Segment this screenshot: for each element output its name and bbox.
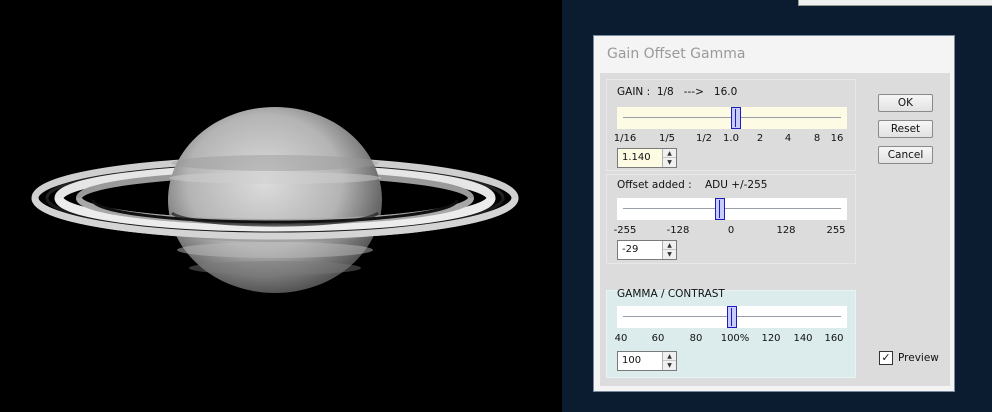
gamma-group: GAMMA / CONTRAST 40 60 80 100% 120 140 1…	[606, 288, 856, 378]
saturn-image	[31, 107, 519, 293]
gamma-label: GAMMA / CONTRAST	[617, 288, 725, 300]
ok-button[interactable]: OK	[878, 94, 933, 112]
offset-spin-up-icon[interactable]: ▲	[663, 241, 676, 250]
saturn-globe	[168, 107, 382, 293]
gamma-tick-label: 140	[793, 333, 813, 344]
preview-checkbox-row[interactable]: ✓ Preview	[879, 351, 939, 365]
offset-slider-track	[623, 208, 841, 209]
offset-tick-label: -128	[666, 225, 690, 236]
gain-offset-gamma-dialog: Gain Offset Gamma GAIN : 1/8 ---> 16.0 1…	[593, 35, 955, 392]
gain-value[interactable]: 1.140	[622, 152, 651, 163]
saturn-image-pane	[0, 0, 562, 412]
gamma-spinbox[interactable]: 100 ▲ ▼	[617, 351, 677, 371]
offset-spin-buttons: ▲ ▼	[662, 241, 676, 259]
gamma-spin-buttons: ▲ ▼	[662, 352, 676, 370]
gamma-tick-label: 80	[689, 333, 703, 344]
gain-spinbox[interactable]: 1.140 ▲ ▼	[617, 148, 677, 168]
cancel-button[interactable]: Cancel	[878, 146, 933, 164]
gain-spin-up-icon[interactable]: ▲	[663, 149, 676, 158]
offset-tick-label: 255	[826, 225, 846, 236]
offset-tick-label: 128	[776, 225, 796, 236]
gain-tick-label: 1/5	[658, 133, 676, 144]
dialog-content: GAIN : 1/8 ---> 16.0 1/16 1/5 1/2 1.0 2 …	[600, 73, 950, 386]
gamma-spin-down-icon[interactable]: ▼	[663, 361, 676, 370]
gain-slider-thumb[interactable]	[731, 107, 742, 129]
offset-slider-thumb[interactable]	[714, 198, 725, 220]
gain-tick-label: 1/16	[613, 133, 637, 144]
offset-label: Offset added : ADU +/-255	[617, 179, 768, 191]
gamma-tick-label: 100%	[720, 333, 750, 344]
gamma-tick-label: 120	[761, 333, 781, 344]
offset-tick-label: -255	[613, 225, 637, 236]
gain-label: GAIN : 1/8 ---> 16.0	[617, 86, 738, 98]
gamma-value[interactable]: 100	[622, 355, 641, 366]
gain-tick-label: 2	[756, 133, 764, 144]
gain-tick-label: 1/2	[695, 133, 713, 144]
background-window-edge	[798, 0, 992, 6]
gamma-spin-up-icon[interactable]: ▲	[663, 352, 676, 361]
offset-spinbox[interactable]: -29 ▲ ▼	[617, 240, 677, 260]
gain-tick-label: 4	[784, 133, 792, 144]
gain-group: GAIN : 1/8 ---> 16.0 1/16 1/5 1/2 1.0 2 …	[606, 79, 856, 171]
gamma-tick-label: 160	[824, 333, 844, 344]
gamma-slider[interactable]	[617, 306, 847, 328]
gain-slider[interactable]	[617, 107, 847, 129]
gain-tick-label: 1.0	[723, 133, 739, 144]
reset-button[interactable]: Reset	[878, 120, 933, 138]
gamma-tick-label: 60	[651, 333, 665, 344]
gamma-tick-label: 40	[614, 333, 628, 344]
offset-slider[interactable]	[617, 198, 847, 220]
gain-tick-label: 16	[830, 133, 844, 144]
offset-value[interactable]: -29	[622, 244, 638, 255]
gain-spin-buttons: ▲ ▼	[662, 149, 676, 167]
gain-tick-label: 8	[813, 133, 821, 144]
offset-tick-label: 0	[727, 225, 735, 236]
preview-label: Preview	[898, 352, 939, 364]
dialog-title: Gain Offset Gamma	[607, 46, 746, 62]
offset-group: Offset added : ADU +/-255 -255 -128 0 12…	[606, 174, 856, 264]
gamma-slider-thumb[interactable]	[727, 306, 737, 328]
preview-checkbox[interactable]: ✓	[879, 351, 893, 365]
offset-spin-down-icon[interactable]: ▼	[663, 250, 676, 259]
gain-spin-down-icon[interactable]: ▼	[663, 158, 676, 167]
